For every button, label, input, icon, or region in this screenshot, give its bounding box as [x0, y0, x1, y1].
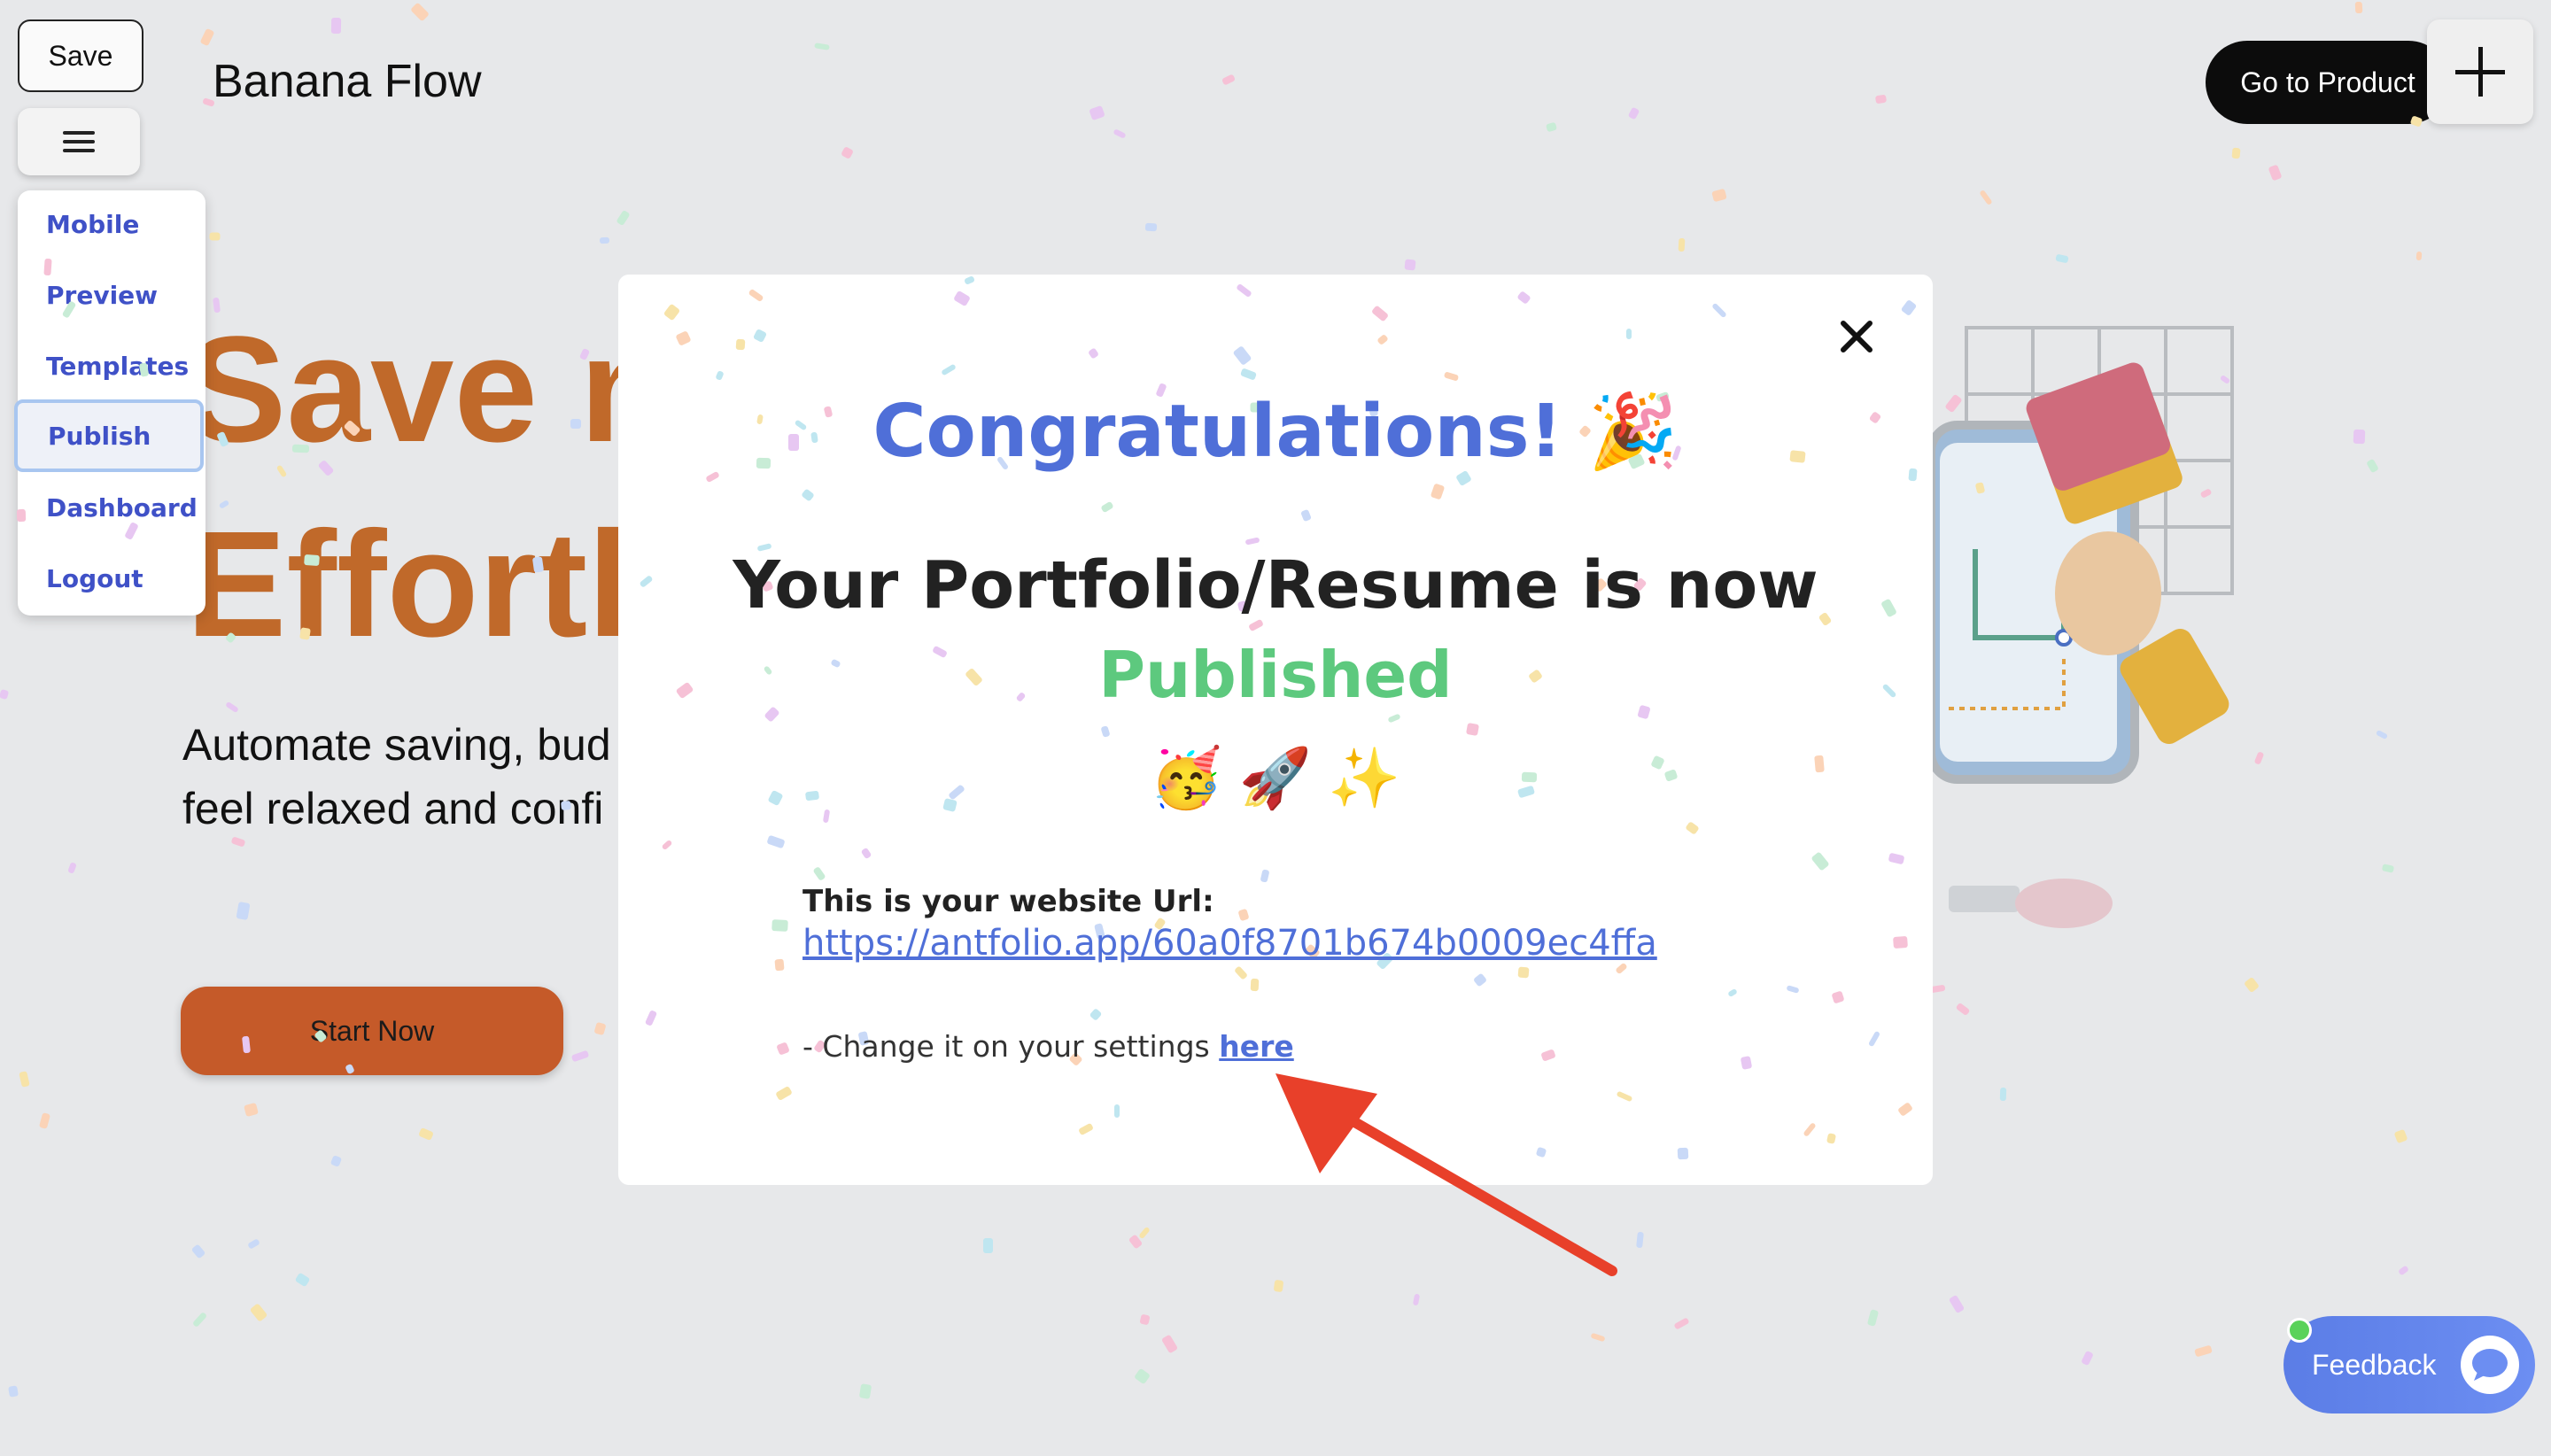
congrats-heading: Congratulations! 🎉	[618, 390, 1933, 475]
close-modal-button[interactable]	[1828, 308, 1885, 365]
confetti-piece	[766, 834, 786, 849]
confetti-piece	[661, 839, 673, 851]
confetti-piece	[1888, 852, 1905, 865]
menu-item-publish[interactable]: Publish	[14, 399, 204, 472]
save-button[interactable]: Save	[18, 19, 143, 92]
confetti-piece	[1443, 371, 1460, 382]
confetti-piece	[1893, 935, 1908, 949]
confetti-piece	[644, 1010, 658, 1026]
confetti-piece	[1233, 965, 1249, 980]
party-popper-icon: 🎉	[1587, 390, 1679, 474]
confetti-piece	[1376, 333, 1389, 346]
celebration-emojis: 🥳 🚀 ✨	[1150, 745, 1401, 810]
confetti-piece	[1626, 329, 1632, 339]
feedback-label: Feedback	[2312, 1348, 2437, 1381]
menu-item-logout[interactable]: Logout	[46, 564, 143, 593]
confetti-piece	[776, 1042, 790, 1056]
menu-toggle-button[interactable]	[18, 108, 140, 175]
add-button[interactable]	[2427, 19, 2533, 124]
close-icon	[1841, 321, 1873, 352]
hero-subtitle-line2: feel relaxed and confi	[182, 784, 604, 833]
confetti-piece	[1727, 987, 1738, 998]
confetti-piece	[1740, 1056, 1753, 1070]
menu-item-templates[interactable]: Templates	[46, 352, 189, 381]
confetti-piece	[1867, 1030, 1881, 1048]
confetti-piece	[1896, 1102, 1914, 1117]
confetti-piece	[1677, 1147, 1689, 1160]
arrow-annotation-icon	[1276, 1073, 1617, 1276]
confetti-piece	[1100, 500, 1114, 514]
confetti-piece	[1370, 305, 1390, 322]
confetti-piece	[1236, 283, 1252, 298]
confetti-piece	[715, 370, 725, 381]
confetti-piece	[1540, 1049, 1556, 1062]
nav-dropdown-menu: Mobile Preview Templates Publish Dashboa…	[14, 190, 205, 616]
confetti-piece	[1516, 290, 1531, 305]
hero-subtitle-line1: Automate saving, bud	[182, 720, 611, 770]
confetti-piece	[1803, 1122, 1817, 1137]
confetti-piece	[1244, 537, 1260, 546]
chat-bubble-icon	[2461, 1336, 2519, 1394]
confetti-piece	[1250, 978, 1260, 992]
confetti-piece	[812, 866, 826, 881]
brand-name: Banana Flow	[213, 56, 482, 107]
confetti-piece	[1826, 1133, 1837, 1144]
published-status: Published	[1098, 638, 1453, 712]
confetti-piece	[1089, 1008, 1103, 1021]
confetti-piece	[1615, 962, 1628, 975]
website-url-link[interactable]: https://antfolio.app/60a0f8701b674b0009e…	[803, 923, 1657, 964]
confetti-piece	[1300, 508, 1312, 523]
confetti-piece	[1260, 869, 1270, 883]
confetti-piece	[772, 919, 788, 932]
confetti-piece	[1831, 990, 1845, 1004]
confetti-piece	[1517, 966, 1530, 979]
confetti-piece	[1900, 298, 1918, 317]
confetti-piece	[953, 290, 971, 307]
confetti-piece	[1100, 725, 1111, 738]
menu-item-dashboard[interactable]: Dashboard	[46, 493, 198, 523]
confetti-piece	[1387, 713, 1401, 724]
confetti-piece	[1430, 483, 1446, 500]
go-to-product-button[interactable]: Go to Product	[2206, 41, 2450, 124]
menu-item-preview[interactable]: Preview	[46, 281, 158, 310]
confetti-piece	[1685, 821, 1700, 835]
settings-here-link[interactable]: here	[1219, 1029, 1294, 1064]
confetti-piece	[752, 328, 768, 344]
confetti-piece	[675, 330, 692, 346]
confetti-piece	[775, 1085, 793, 1102]
confetti-piece	[1811, 851, 1830, 871]
confetti-piece	[774, 958, 785, 972]
settings-hint-text: - Change it on your settings	[803, 1029, 1210, 1064]
publish-success-modal: Congratulations! 🎉 Your Portfolio/Resume…	[618, 275, 1933, 1185]
portfolio-status-line: Your Portfolio/Resume is now	[733, 547, 1818, 623]
confetti-piece	[1114, 1104, 1120, 1118]
confetti-piece	[1237, 908, 1250, 922]
start-now-button[interactable]: Start Now	[181, 987, 563, 1075]
confetti-piece	[1465, 722, 1480, 737]
confetti-piece	[801, 488, 815, 502]
hamburger-icon	[63, 131, 95, 152]
confetti-piece	[663, 303, 681, 321]
confetti-piece	[860, 847, 872, 860]
confetti-piece	[1087, 347, 1100, 360]
confetti-piece	[1472, 972, 1488, 987]
confetti-piece	[748, 288, 764, 303]
product-illustration	[1931, 326, 2234, 928]
confetti-piece	[1786, 985, 1800, 994]
website-url-label: This is your website Url:	[803, 884, 1214, 919]
plus-icon	[2455, 47, 2505, 97]
confetti-piece	[1239, 368, 1258, 381]
congrats-text: Congratulations!	[872, 390, 1562, 474]
confetti-piece	[941, 363, 957, 376]
feedback-button[interactable]: Feedback	[2283, 1316, 2535, 1413]
settings-hint: - Change it on your settings here	[803, 1029, 1294, 1064]
online-status-dot	[2287, 1318, 2312, 1343]
confetti-piece	[1232, 345, 1252, 366]
hero-subtitle: Automate saving, bud feel relaxed and co…	[182, 713, 611, 840]
menu-item-mobile[interactable]: Mobile	[46, 210, 139, 239]
confetti-piece	[735, 338, 746, 351]
confetti-piece	[964, 275, 975, 285]
confetti-piece	[1078, 1122, 1094, 1136]
confetti-piece	[1711, 302, 1727, 319]
